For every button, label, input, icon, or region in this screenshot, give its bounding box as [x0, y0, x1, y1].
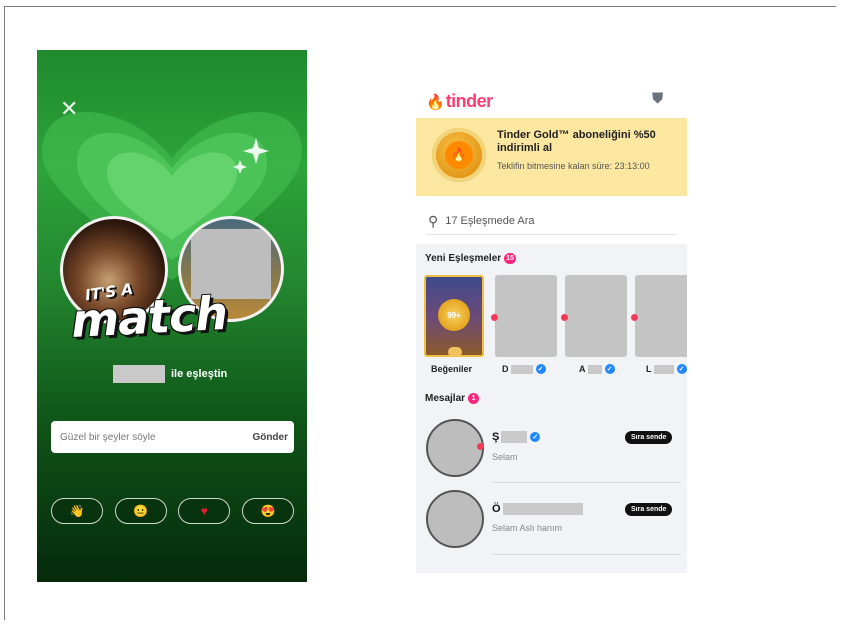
redacted-name	[510, 364, 533, 374]
new-dot	[561, 314, 568, 321]
message-input[interactable]	[60, 431, 230, 443]
contact-initial: Ş	[492, 431, 500, 443]
message-composer: Gönder	[51, 421, 294, 453]
messages-heading: Mesajlar 1	[425, 393, 480, 404]
quick-reply-row: 👋 😐 ♥ 😍	[51, 498, 294, 524]
match-card-label: L ✓	[646, 364, 687, 374]
tinder-app: 🔥 tinder ⛊ 🔥 Tinder Gold™ aboneliğini %5…	[416, 80, 687, 573]
heart-eyes-emoji-button[interactable]: 😍	[241, 498, 294, 524]
app-logo: tinder	[445, 91, 494, 111]
search-bar: ⚲	[426, 208, 677, 235]
new-dot	[491, 314, 498, 321]
conversation-name: Ö	[492, 503, 586, 515]
unread-dot	[477, 443, 484, 450]
match-card-label: D ✓	[502, 364, 546, 374]
match-initial: A	[579, 364, 586, 374]
message-preview: Selam	[492, 452, 518, 462]
match-card-label: A ✓	[579, 364, 615, 374]
contact-initial: Ö	[492, 503, 501, 515]
search-icon: ⚲	[428, 212, 439, 229]
new-dot	[631, 314, 638, 321]
gold-promo-banner[interactable]: 🔥 Tinder Gold™ aboneliğini %50 indirimli…	[416, 118, 687, 196]
conversation-avatar	[426, 419, 484, 477]
wave-emoji-button[interactable]: 👋	[51, 498, 103, 524]
conversation-item[interactable]: Ş ✓ Selam Sıra sende	[416, 419, 687, 491]
app-header: 🔥 tinder	[426, 91, 493, 112]
heart-emoji-button[interactable]: ♥	[178, 498, 231, 524]
redacted-name	[113, 365, 165, 383]
messages-title: Mesajlar	[425, 393, 466, 404]
match-screen: ✕ IT'S A match ile eşleştin Gönder 👋 😐 ♥…	[37, 50, 307, 582]
divider	[492, 554, 681, 555]
match-card[interactable]	[631, 275, 687, 357]
likes-label: Beğeniler	[431, 364, 473, 374]
match-card[interactable]	[561, 275, 627, 357]
redacted-name	[501, 431, 528, 443]
search-input[interactable]	[445, 215, 646, 227]
redacted-name	[587, 364, 602, 374]
redacted-name	[653, 364, 674, 374]
shield-icon[interactable]: ⛊	[652, 90, 663, 107]
divider	[492, 482, 681, 483]
verified-icon: ✓	[676, 364, 687, 374]
flame-logo-icon: 🔥	[426, 93, 445, 111]
match-card[interactable]	[491, 275, 557, 357]
match-initial: L	[646, 364, 652, 374]
send-button[interactable]: Gönder	[252, 432, 288, 443]
likes-card[interactable]: 99+	[424, 275, 484, 357]
messages-count-badge: 1	[468, 393, 480, 404]
message-preview: Selam Aslı hanım	[492, 523, 563, 533]
match-headline: match	[69, 285, 229, 349]
conversation-avatar	[426, 490, 484, 548]
gold-coin-icon: 🔥	[432, 128, 486, 182]
match-initial: D	[502, 364, 509, 374]
your-turn-badge: Sıra sende	[625, 431, 673, 444]
conversation-name: Ş ✓	[492, 431, 541, 443]
neutral-face-emoji-button[interactable]: 😐	[114, 498, 167, 524]
redacted-name	[502, 503, 583, 515]
new-matches-heading: Yeni Eşleşmeler 15	[425, 253, 516, 264]
matched-with-line: ile eşleştin	[113, 365, 227, 383]
hand-icon	[448, 347, 462, 357]
matches-and-messages: Yeni Eşleşmeler 15 99+ Beğeniler D ✓ A ✓ L…	[416, 244, 687, 573]
promo-countdown: Teklifin bitmesine kalan süre: 23:13:00	[497, 161, 650, 171]
verified-icon: ✓	[535, 364, 546, 374]
likes-count: 99+	[438, 299, 470, 331]
matched-suffix: ile eşleştin	[171, 368, 228, 380]
verified-icon: ✓	[530, 432, 541, 442]
new-matches-title: Yeni Eşleşmeler	[425, 253, 502, 264]
conversation-item[interactable]: Ö Selam Aslı hanım Sıra sende	[416, 490, 687, 562]
close-icon[interactable]: ✕	[60, 98, 78, 120]
your-turn-badge: Sıra sende	[625, 503, 673, 516]
promo-title: Tinder Gold™ aboneliğini %50 indirimli a…	[497, 129, 656, 154]
new-matches-count-badge: 15	[504, 253, 516, 264]
verified-icon: ✓	[604, 364, 615, 374]
